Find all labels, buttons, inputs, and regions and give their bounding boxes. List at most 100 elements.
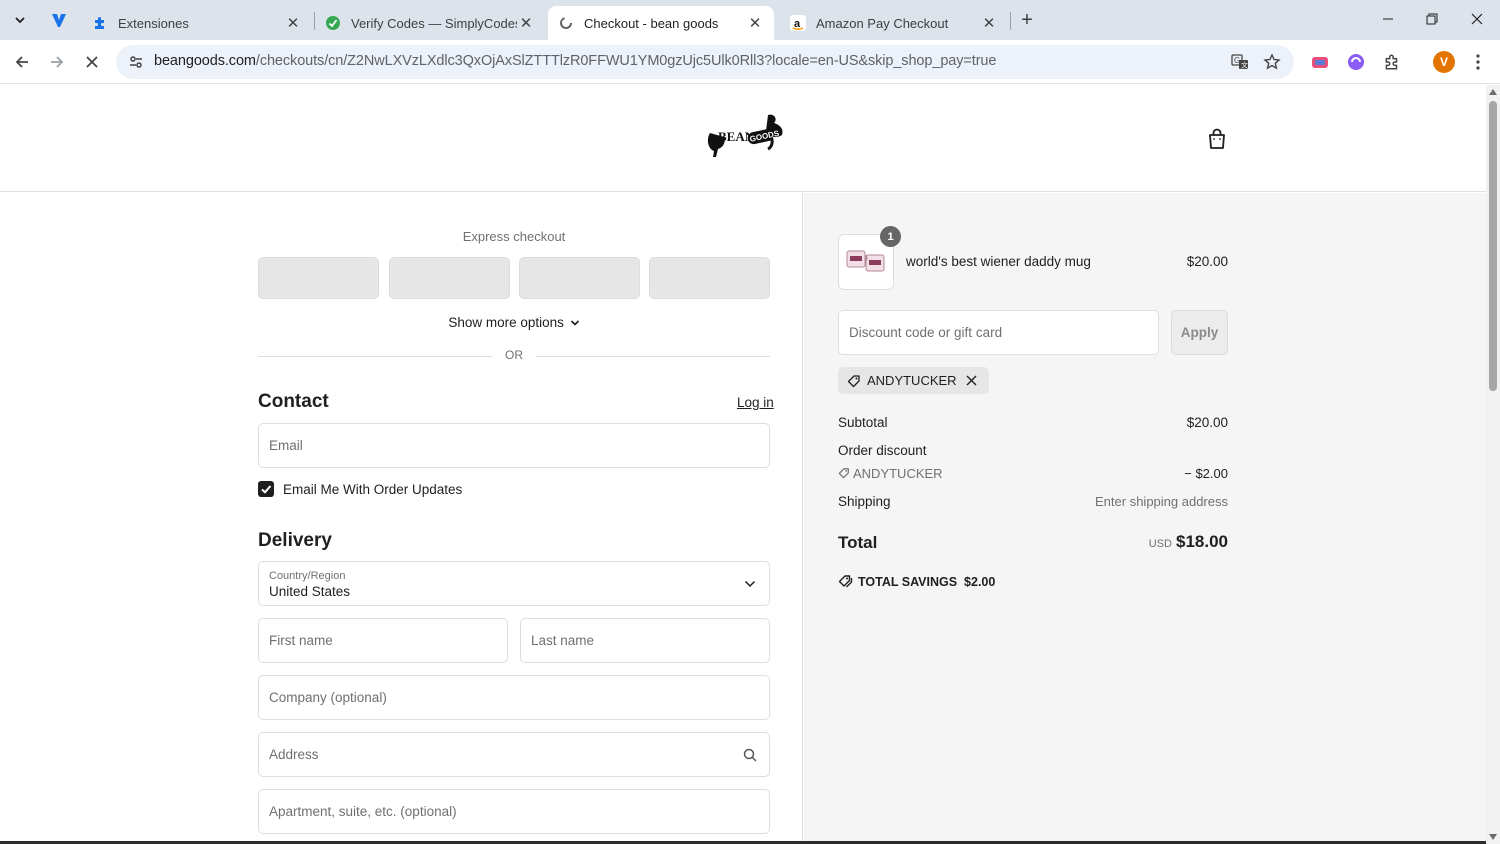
back-button[interactable] <box>8 48 36 76</box>
quantity-badge: 1 <box>880 226 901 247</box>
express-checkout-title: Express checkout <box>462 229 566 244</box>
tab-extensions[interactable]: Extensiones ✕ <box>82 6 312 40</box>
new-tab-button[interactable]: + <box>1014 8 1040 32</box>
log-in-link[interactable]: Log in <box>737 395 774 410</box>
close-window-button[interactable] <box>1455 0 1499 38</box>
close-icon[interactable]: ✕ <box>746 14 764 32</box>
apartment-placeholder: Apartment, suite, etc. (optional) <box>269 804 457 819</box>
chevron-down-icon <box>15 17 25 24</box>
profile-avatar[interactable]: V <box>1433 51 1455 73</box>
first-name-field[interactable]: First name <box>258 618 508 663</box>
close-icon <box>1471 13 1483 25</box>
email-updates-label: Email Me With Order Updates <box>283 482 463 497</box>
close-icon[interactable]: ✕ <box>284 14 302 32</box>
scroll-down-arrow[interactable] <box>1489 834 1497 840</box>
puzzle-icon <box>1385 54 1398 70</box>
bookmark-star-button[interactable] <box>1260 50 1284 74</box>
email-updates-checkbox[interactable] <box>258 481 274 497</box>
plus-icon: + <box>1021 8 1033 31</box>
tab-amazon-pay[interactable]: a Amazon Pay Checkout ✕ <box>780 6 1008 40</box>
express-pay-button-2[interactable] <box>389 257 510 299</box>
pinned-tab[interactable] <box>42 6 76 34</box>
tab-title: Amazon Pay Checkout <box>816 15 949 31</box>
country-value: United States <box>269 584 351 599</box>
arrow-right-icon <box>51 56 64 68</box>
subtotal-value: $20.00 <box>1186 415 1228 430</box>
extension-button[interactable] <box>1344 50 1368 74</box>
subtotal-label: Subtotal <box>838 415 888 430</box>
puzzle-icon <box>92 15 108 31</box>
tags-icon <box>838 575 853 588</box>
last-name-field[interactable]: Last name <box>520 618 770 663</box>
tab-title: Extensiones <box>118 15 189 31</box>
translate-button[interactable]: G文 <box>1228 50 1252 74</box>
amazon-icon: a <box>790 15 806 31</box>
discount-code-text: ANDYTUCKER <box>853 466 943 481</box>
close-icon[interactable]: ✕ <box>517 14 535 32</box>
address-bar[interactable]: beangoods.com/checkouts/cn/Z2NwLXVzLXdlc… <box>116 45 1294 79</box>
site-info-button[interactable] <box>122 48 150 76</box>
address-field[interactable]: Address <box>258 732 770 777</box>
delivery-heading: Delivery <box>258 530 332 551</box>
company-field[interactable]: Company (optional) <box>258 675 770 720</box>
scroll-up-arrow[interactable] <box>1489 89 1497 95</box>
tab-title: Verify Codes — SimplyCodes <box>351 15 517 31</box>
shipping-label: Shipping <box>838 494 891 509</box>
discount-code-input[interactable]: Discount code or gift card <box>838 310 1159 355</box>
url-path: /checkouts/cn/Z2NwLXVzLXdlc3QxOjAxSlZTTT… <box>255 53 997 69</box>
extension-button[interactable] <box>1308 50 1332 74</box>
chevron-down-icon <box>741 575 759 593</box>
company-placeholder: Company (optional) <box>269 690 387 705</box>
browser-toolbar: beangoods.com/checkouts/cn/Z2NwLXVzLXdlc… <box>0 40 1500 84</box>
minimize-button[interactable] <box>1366 0 1410 38</box>
simplycodes-icon <box>325 15 341 31</box>
country-select[interactable]: Country/Region United States <box>258 561 770 606</box>
tag-icon <box>846 373 862 389</box>
or-label: OR <box>505 348 523 362</box>
show-more-options-button[interactable]: Show more options <box>258 315 770 330</box>
loading-favicon-icon <box>558 15 574 31</box>
profile-initial: V <box>1439 55 1448 69</box>
translate-icon: G文 <box>1231 54 1248 70</box>
discount-value: − $2.00 <box>1184 466 1228 481</box>
restore-button[interactable] <box>1410 0 1454 38</box>
cart-button[interactable] <box>1205 127 1229 151</box>
extensions-menu-button[interactable] <box>1380 50 1404 74</box>
total-value: $18.00 <box>1176 532 1228 551</box>
savings-label: TOTAL SAVINGS <box>858 575 958 589</box>
shopping-bag-icon <box>1209 128 1225 149</box>
country-label: Country/Region <box>269 570 346 582</box>
browser-menu-button[interactable] <box>1466 50 1490 74</box>
tune-icon <box>130 56 142 68</box>
tab-separator <box>1010 12 1011 30</box>
more-vert-icon <box>1476 54 1480 70</box>
address-placeholder: Address <box>269 747 319 762</box>
email-input[interactable]: Email <box>258 423 770 468</box>
applied-code-text: ANDYTUCKER <box>867 373 957 388</box>
scrollbar-thumb[interactable] <box>1489 101 1497 391</box>
close-icon[interactable]: ✕ <box>980 14 998 32</box>
express-pay-button-3[interactable] <box>519 257 640 299</box>
store-logo[interactable]: BEAN GOODS <box>704 111 786 161</box>
apply-discount-button[interactable]: Apply <box>1171 310 1228 355</box>
arrow-left-icon <box>15 56 28 68</box>
express-pay-button-1[interactable] <box>258 257 379 299</box>
last-name-placeholder: Last name <box>531 633 595 648</box>
forward-button[interactable] <box>43 48 71 76</box>
email-placeholder: Email <box>269 438 303 453</box>
url-text: beangoods.com/checkouts/cn/Z2NwLXVzLXdlc… <box>154 53 996 69</box>
minimize-icon <box>1383 18 1393 20</box>
divider-line <box>536 356 770 357</box>
show-more-label: Show more options <box>448 315 564 330</box>
star-icon <box>1263 53 1281 70</box>
express-pay-button-4[interactable] <box>649 257 770 299</box>
checkout-page: BEAN GOODS Express checkout Show more op… <box>0 85 1486 844</box>
tab-simplycodes[interactable]: Verify Codes — SimplyCodes ✕ <box>315 6 545 40</box>
remove-discount-button[interactable] <box>965 374 979 388</box>
page-scrollbar[interactable] <box>1486 85 1500 844</box>
tab-search-button[interactable] <box>6 8 34 32</box>
tab-checkout[interactable]: Checkout - bean goods ✕ <box>548 6 774 40</box>
apartment-field[interactable]: Apartment, suite, etc. (optional) <box>258 789 770 834</box>
stop-loading-button[interactable] <box>78 48 106 76</box>
product-name: world's best wiener daddy mug <box>906 254 1091 269</box>
